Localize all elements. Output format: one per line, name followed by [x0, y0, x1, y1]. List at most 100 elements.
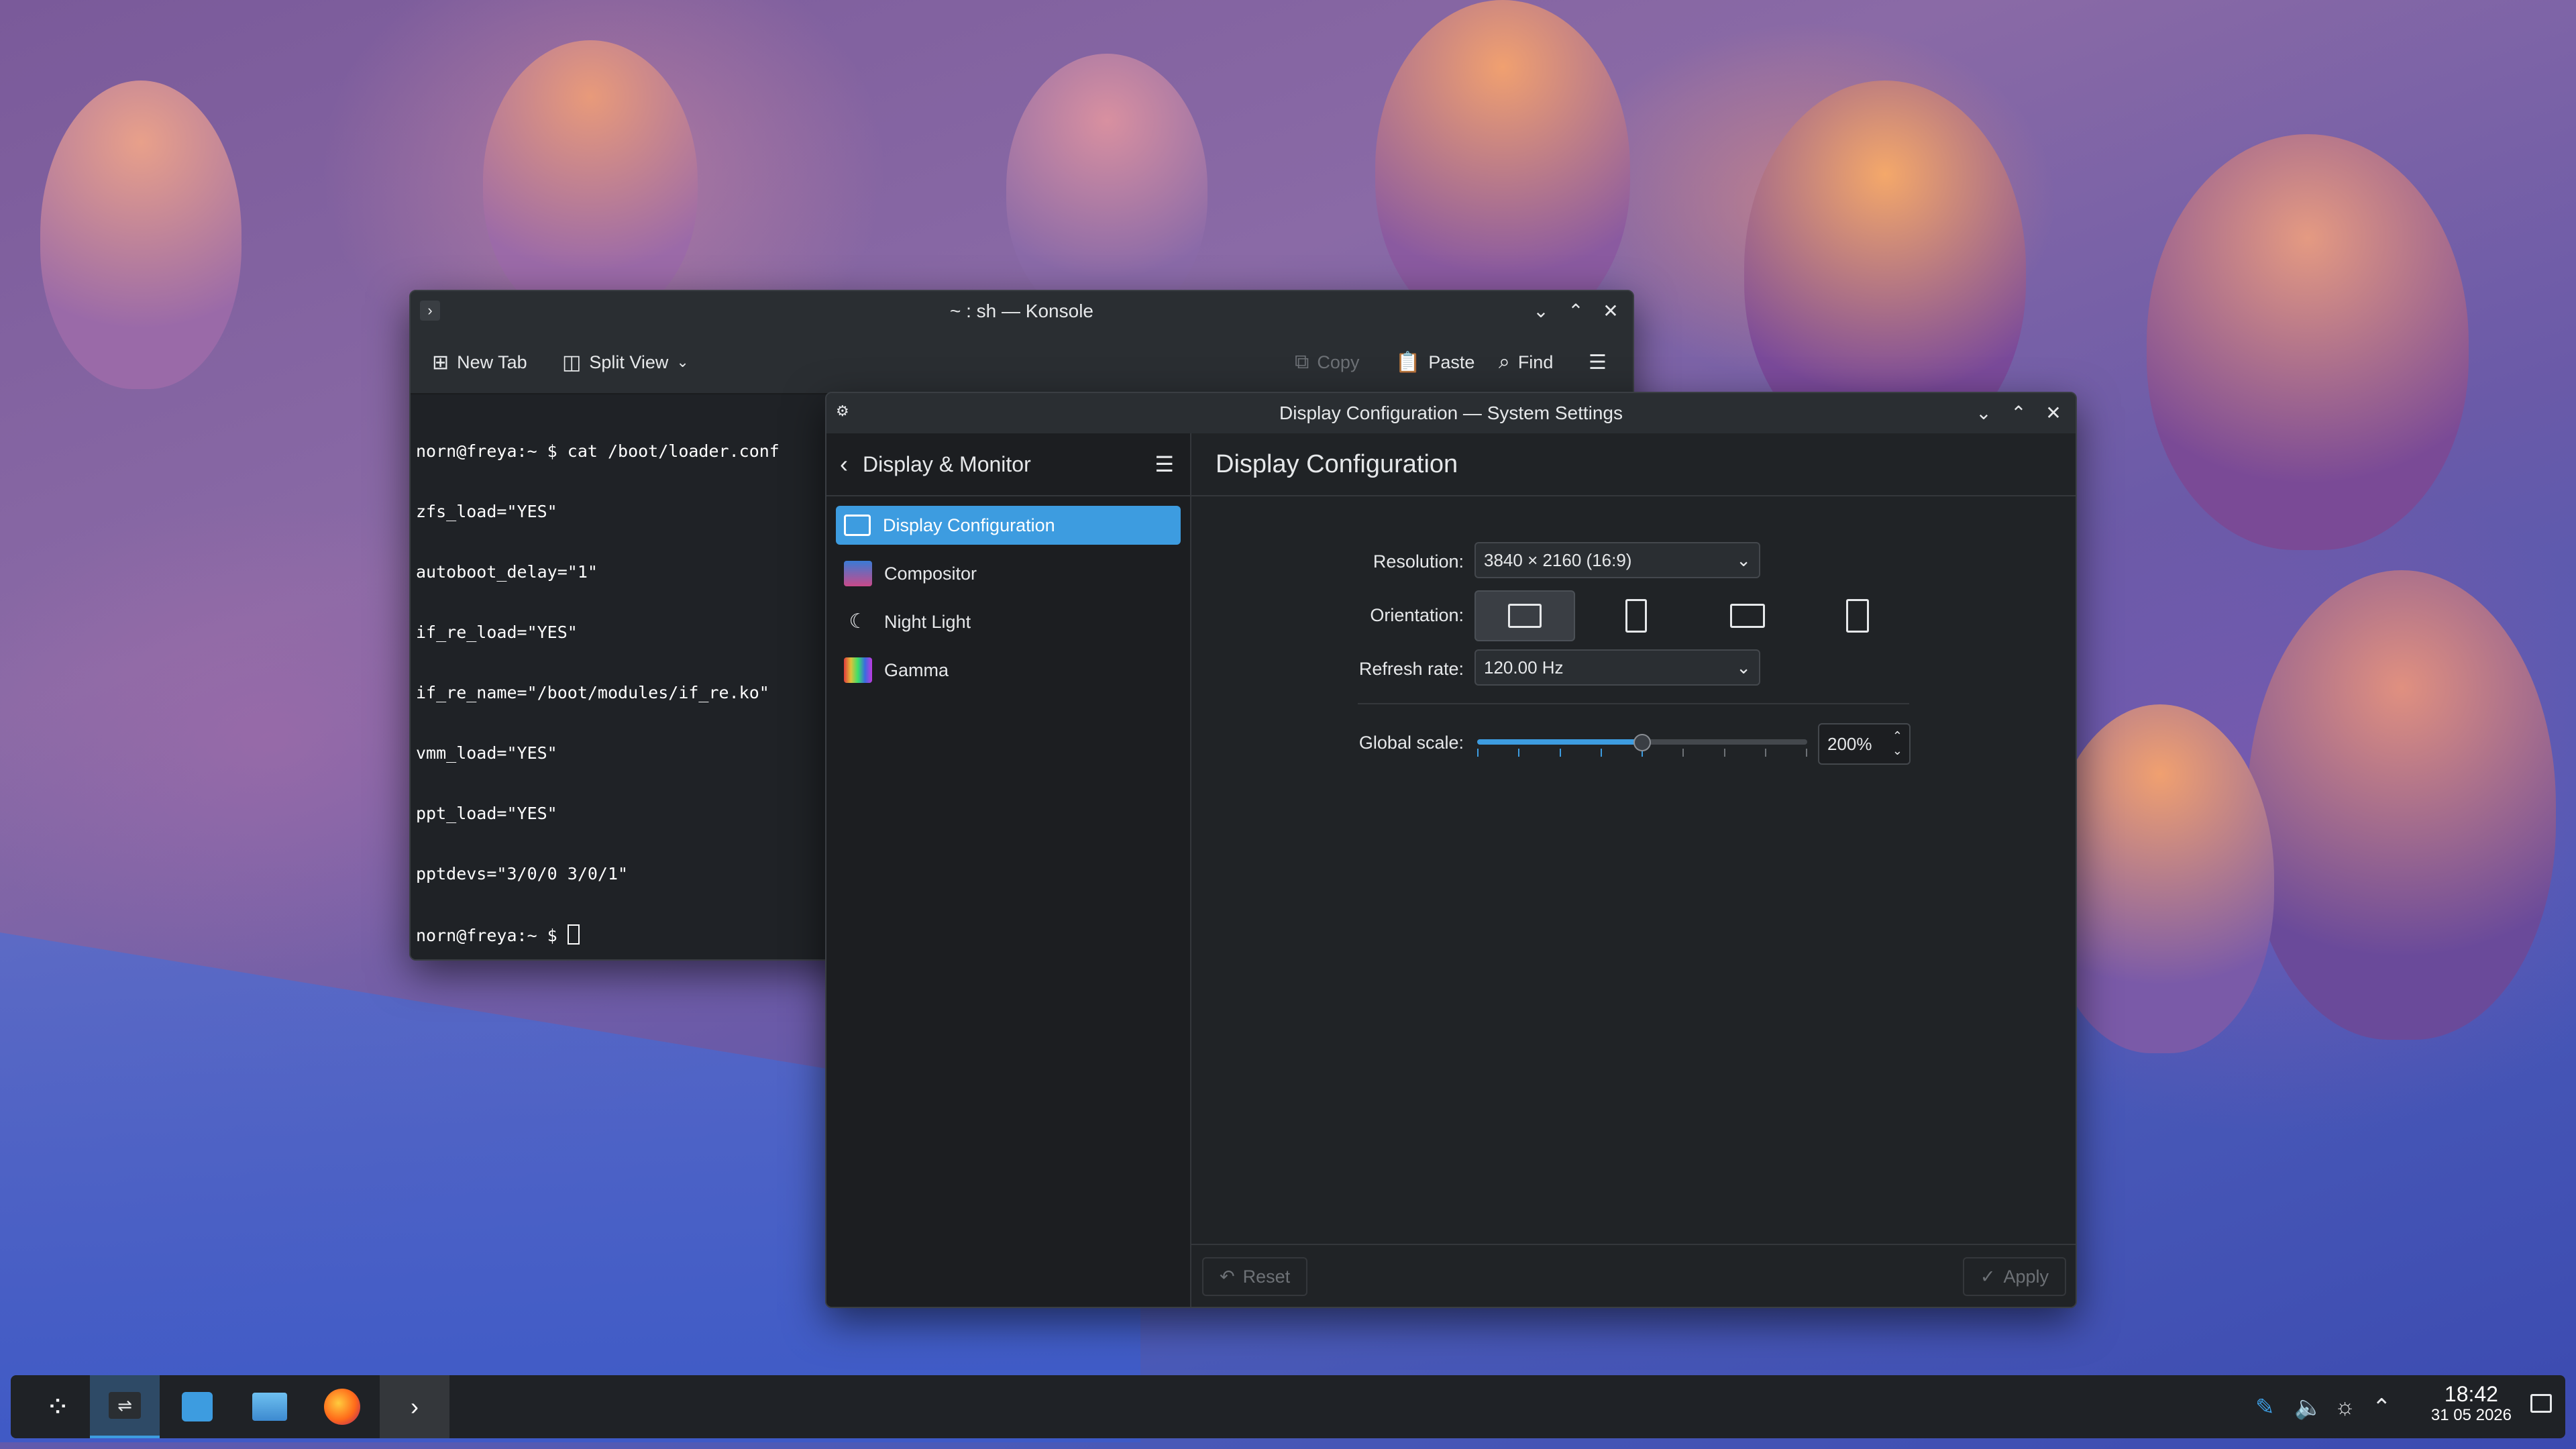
orientation-portrait-button[interactable]: [1586, 590, 1686, 641]
reset-button[interactable]: ↶ Reset: [1202, 1257, 1308, 1296]
orientation-landscape-button[interactable]: [1474, 590, 1575, 641]
minimize-icon[interactable]: ⌄: [1970, 398, 1998, 427]
global-scale-spinbox[interactable]: 200% ⌃ ⌄: [1818, 723, 1911, 765]
volume-icon[interactable]: 🔈: [2294, 1394, 2322, 1421]
settings-sidebar: ‹ Display & Monitor ☰ Display Configurat…: [826, 433, 1191, 1307]
launcher-icon: ⁘: [45, 1390, 70, 1424]
sidebar-item-label: Night Light: [884, 611, 971, 632]
orientation-landscape-flipped-button[interactable]: [1697, 590, 1798, 641]
resolution-select[interactable]: 3840 × 2160 (16:9) ⌄: [1474, 542, 1760, 578]
orientation-label: Orientation:: [1370, 605, 1464, 625]
konsole-titlebar[interactable]: › ~ : sh — Konsole ⌄ ⌃ ✕: [411, 291, 1633, 331]
split-view-icon: ◫: [562, 351, 582, 374]
settings-footer: ↶ Reset ✓ Apply: [1191, 1244, 2076, 1307]
section-divider: [1358, 703, 1909, 704]
landscape-flipped-orientation-icon: [1730, 604, 1765, 628]
terminal-cursor: [567, 924, 580, 945]
taskbar-system-settings[interactable]: ⇌: [90, 1375, 160, 1438]
reset-label: Reset: [1242, 1266, 1291, 1287]
new-tab-label: New Tab: [457, 352, 527, 372]
sidebar-item-label: Compositor: [884, 563, 977, 584]
chevron-down-icon: ⌄: [676, 354, 689, 370]
find-label: Find: [1517, 352, 1554, 372]
refresh-rate-label: Refresh rate:: [1358, 659, 1464, 679]
paste-label: Paste: [1428, 352, 1475, 372]
sidebar-item-compositor[interactable]: Compositor: [836, 554, 1181, 593]
spin-arrows-icon[interactable]: ⌃ ⌄: [1892, 729, 1902, 758]
settings-title: Display Configuration — System Settings: [1279, 402, 1623, 423]
find-button[interactable]: ⌕ Find: [1499, 351, 1553, 374]
terminal-icon: ›: [411, 1393, 419, 1420]
slider-tick: [1518, 749, 1520, 757]
taskbar-discover[interactable]: [162, 1375, 232, 1438]
slider-handle[interactable]: [1633, 734, 1651, 751]
monitor-icon: [844, 515, 871, 536]
copy-button[interactable]: ⧉ Copy: [1295, 351, 1359, 374]
taskbar-firefox[interactable]: [307, 1375, 377, 1438]
wallpaper-cone: [1375, 0, 1630, 335]
chevron-down-icon: ⌄: [1736, 549, 1751, 570]
global-scale-value: 200%: [1827, 733, 1872, 754]
konsole-title: ~ : sh — Konsole: [949, 301, 1093, 321]
new-tab-button[interactable]: ⊞ New Tab: [432, 351, 527, 374]
application-launcher-button[interactable]: ⁘: [23, 1375, 93, 1438]
back-icon[interactable]: ‹: [840, 450, 848, 478]
maximize-icon[interactable]: ⌃: [1562, 297, 1590, 325]
chevron-down-icon: ⌄: [1736, 657, 1751, 678]
wallpaper-cone: [40, 80, 241, 389]
minimize-icon[interactable]: ⌄: [1527, 297, 1555, 325]
slider-tick: [1723, 749, 1725, 757]
paste-button[interactable]: 📋 Paste: [1395, 351, 1474, 374]
gamma-icon: [844, 657, 872, 683]
sidebar-item-display-configuration[interactable]: Display Configuration: [836, 506, 1181, 545]
sidebar-item-night-light[interactable]: ☾ Night Light: [836, 602, 1181, 641]
maximize-icon[interactable]: ⌃: [2004, 398, 2033, 427]
wallpaper-cone: [483, 40, 698, 322]
brightness-icon[interactable]: ☼: [2334, 1394, 2355, 1420]
pen-icon[interactable]: ✎: [2255, 1394, 2275, 1421]
clock-date: 31 05 2026: [2430, 1406, 2512, 1424]
discover-store-icon: [182, 1392, 213, 1421]
sidebar-header-title: Display & Monitor: [863, 451, 1031, 476]
close-icon[interactable]: ✕: [2039, 398, 2068, 427]
apply-button[interactable]: ✓ Apply: [1962, 1257, 2066, 1296]
wallpaper-cone: [1006, 54, 1208, 322]
compositor-icon: [844, 561, 872, 586]
folder-icon: [252, 1393, 287, 1421]
wallpaper-cone: [2147, 134, 2469, 550]
sidebar-header: ‹ Display & Monitor ☰: [826, 433, 1190, 496]
checkmark-icon: ✓: [1980, 1266, 1996, 1287]
system-settings-icon: ⇌: [109, 1392, 141, 1419]
taskbar-konsole[interactable]: ›: [380, 1375, 449, 1438]
konsole-toolbar: ⊞ New Tab ◫ Split View ⌄ ⧉ Copy 📋 Paste …: [411, 331, 1633, 394]
new-tab-icon: ⊞: [432, 351, 449, 374]
tray-expand-icon[interactable]: ⌃: [2372, 1394, 2392, 1421]
sidebar-item-gamma[interactable]: Gamma: [836, 651, 1181, 690]
resolution-value: 3840 × 2160 (16:9): [1484, 549, 1632, 570]
page-title: Display Configuration: [1191, 433, 2076, 496]
terminal-prompt: norn@freya:~ $: [416, 926, 568, 945]
split-view-button[interactable]: ◫ Split View ⌄: [562, 351, 689, 374]
firefox-icon: [324, 1389, 360, 1425]
hamburger-menu-icon[interactable]: ☰: [1155, 451, 1174, 477]
show-desktop-icon[interactable]: [2530, 1394, 2552, 1413]
sidebar-item-label: Display Configuration: [883, 515, 1055, 535]
portrait-flipped-orientation-icon: [1846, 599, 1869, 633]
settings-titlebar[interactable]: ⚙ Display Configuration — System Setting…: [826, 393, 2076, 433]
settings-content: Display Configuration Resolution: 3840 ×…: [1191, 433, 2076, 1307]
refresh-rate-select[interactable]: 120.00 Hz ⌄: [1474, 649, 1760, 686]
landscape-orientation-icon: [1508, 604, 1542, 628]
system-settings-window[interactable]: ⚙ Display Configuration — System Setting…: [825, 392, 2077, 1308]
wallpaper-cone: [2046, 704, 2274, 1053]
slider-tick: [1600, 749, 1602, 757]
close-icon[interactable]: ✕: [1597, 297, 1625, 325]
hamburger-menu-button[interactable]: ☰: [1589, 351, 1607, 374]
global-scale-slider[interactable]: [1474, 723, 1810, 761]
slider-tick: [1806, 749, 1807, 757]
clock[interactable]: 18:42 31 05 2026: [2431, 1382, 2512, 1425]
orientation-portrait-flipped-button[interactable]: [1807, 590, 1908, 641]
reset-icon: ↶: [1220, 1266, 1235, 1287]
taskbar-file-manager[interactable]: [235, 1375, 305, 1438]
night-light-icon: ☾: [849, 610, 867, 633]
taskbar: ⁘ ⇌ › ✎ 🔈 ☼ ⌃ 18:42 31 05 2026: [11, 1375, 2565, 1438]
